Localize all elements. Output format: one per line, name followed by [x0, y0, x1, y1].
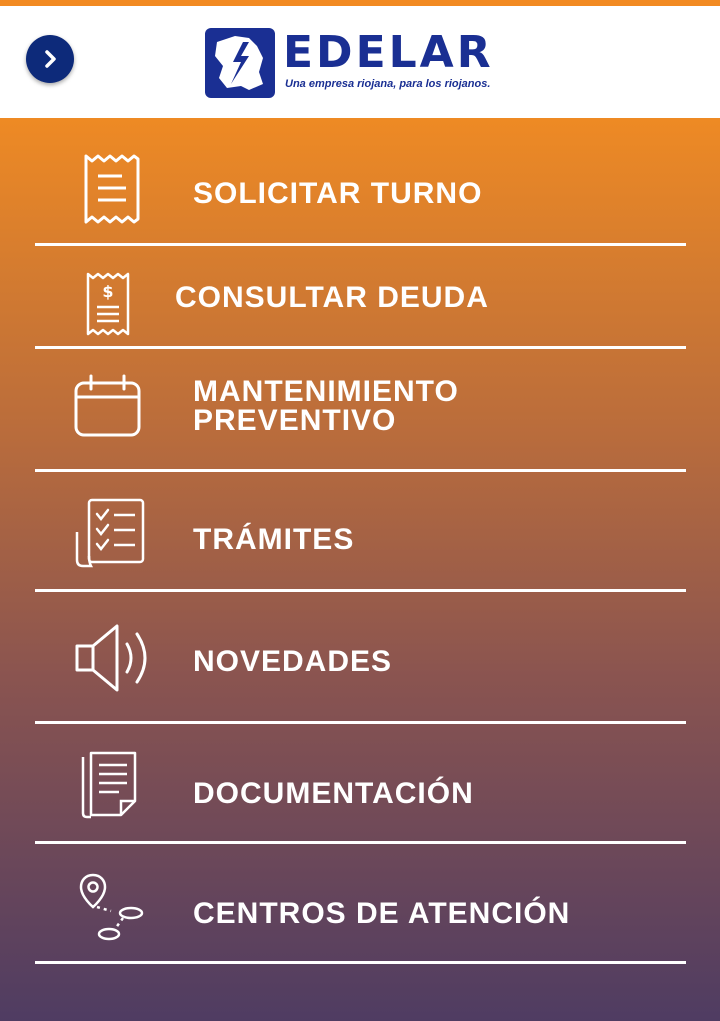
route-pin-icon [79, 873, 144, 941]
brand-tagline: Una empresa riojana, para los riojanos. [285, 78, 491, 90]
speaker-icon [75, 624, 147, 692]
menu-label: DOCUMENTACIÓN [193, 777, 474, 810]
svg-text:$: $ [102, 282, 113, 301]
bill-icon: $ [86, 272, 130, 336]
documents-icon [81, 751, 137, 819]
menu-item-consultar-deuda[interactable]: $ CONSULTAR DEUDA [35, 246, 686, 349]
menu-item-novedades[interactable]: NOVEDADES [35, 592, 686, 724]
menu-label: NOVEDADES [193, 645, 393, 678]
chevron-right-icon [45, 50, 56, 68]
app-header: EDELAR Una empresa riojana, para los rio… [0, 6, 720, 118]
menu-item-tramites[interactable]: TRÁMITES [35, 472, 686, 592]
menu-item-solicitar-turno[interactable]: SOLICITAR TURNO [35, 118, 686, 246]
menu-label: CONSULTAR DEUDA [175, 281, 489, 314]
receipt-icon [84, 154, 140, 224]
menu-item-mantenimiento-preventivo[interactable]: MANTENIMIENTO PREVENTIVO [35, 349, 686, 472]
logo-emblem [205, 28, 275, 98]
menu-label: SOLICITAR TURNO [193, 177, 483, 210]
menu-label: CENTROS DE ATENCIÓN [193, 897, 571, 930]
checklist-icon [75, 498, 145, 568]
menu-label-line-2: PREVENTIVO [193, 404, 397, 437]
edelar-logo: EDELAR Una empresa riojana, para los rio… [205, 28, 525, 104]
menu-label-line-1: MANTENIMIENTO [193, 375, 459, 408]
menu-item-centros-de-atencion[interactable]: CENTROS DE ATENCIÓN [35, 844, 686, 964]
back-button[interactable] [26, 35, 74, 83]
menu-label: TRÁMITES [193, 523, 355, 556]
main-menu: SOLICITAR TURNO $ CONSULTAR DEUDA MANTEN… [0, 118, 720, 1021]
calendar-icon [74, 374, 141, 437]
menu-item-documentacion[interactable]: DOCUMENTACIÓN [35, 724, 686, 844]
brand-name: EDELAR [283, 27, 494, 78]
